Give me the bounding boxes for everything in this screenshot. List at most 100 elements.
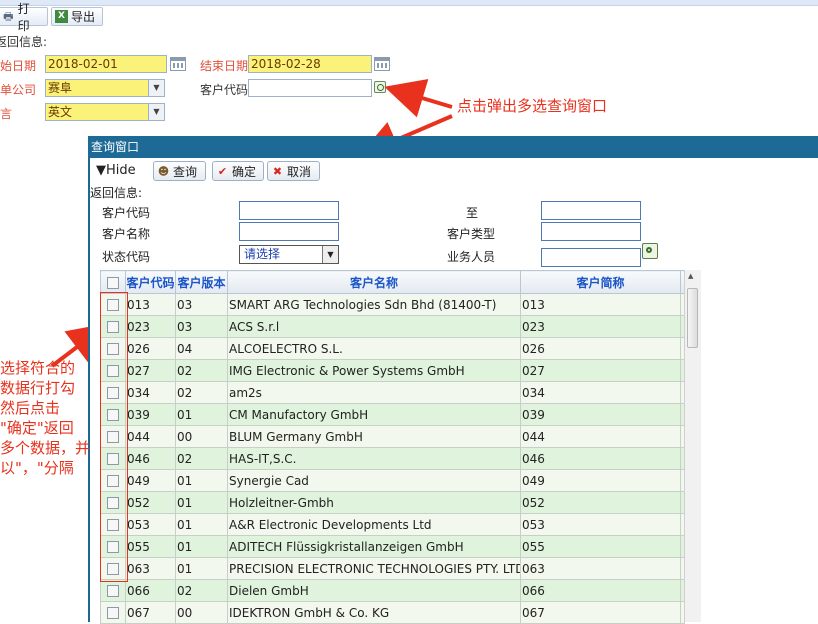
table-row[interactable]: 067 00 IDEKTRON GmbH & Co. KG 067 (100, 601, 685, 624)
customer-type-input[interactable] (541, 222, 641, 241)
cell-customer-code: 039 (125, 403, 176, 426)
row-checkbox[interactable] (100, 601, 126, 624)
checkmark-icon: ✔ (217, 164, 228, 178)
cell-customer-code: 053 (125, 513, 176, 536)
table-row[interactable]: 023 03 ACS S.r.l 023 (100, 315, 685, 338)
select-hint-line: 选择符合的 (0, 359, 76, 377)
cell-customer-short: 067 (520, 601, 681, 624)
cell-customer-code: 034 (125, 381, 176, 404)
col-customer-version[interactable]: 客户版本 (175, 270, 228, 294)
checkbox-highlight (100, 292, 128, 582)
cell-customer-code: 063 (125, 557, 176, 580)
table-row[interactable]: 034 02 am2s 034 (100, 381, 685, 404)
dlg-customer-code-label: 客户代码 (102, 206, 151, 220)
cell-customer-short: 027 (520, 359, 681, 382)
dlg-customer-code-to-input[interactable] (541, 201, 641, 220)
cell-customer-version: 01 (175, 469, 228, 492)
cell-customer-short: 044 (520, 425, 681, 448)
cell-customer-code: 067 (125, 601, 176, 624)
col-customer-short[interactable]: 客户简称 (520, 270, 681, 294)
cell-customer-code: 055 (125, 535, 176, 558)
chevron-down-icon: ▼ (322, 246, 338, 263)
col-customer-name[interactable]: 客户名称 (227, 270, 521, 294)
cell-customer-short: 055 (520, 535, 681, 558)
cell-customer-name: SMART ARG Technologies Sdn Bhd (81400-T) (227, 293, 521, 316)
cancel-button[interactable]: ✖ 取消 (267, 161, 320, 181)
checkbox[interactable] (107, 585, 119, 597)
cell-customer-version: 02 (175, 359, 228, 382)
cell-customer-name: Synergie Cad (227, 469, 521, 492)
cell-customer-version: 01 (175, 403, 228, 426)
x-icon: ✖ (272, 164, 283, 178)
table-row[interactable]: 044 00 BLUM Germany GmbH 044 (100, 425, 685, 448)
cell-customer-code: 066 (125, 579, 176, 602)
cell-customer-name: IDEKTRON GmbH & Co. KG (227, 601, 521, 624)
col-customer-code[interactable]: 客户代码 (125, 270, 176, 294)
cell-customer-code: 023 (125, 315, 176, 338)
query-label: 查询 (173, 164, 198, 179)
popup-hint-annotation: 点击弹出多选查询窗口 (457, 97, 608, 115)
grid-scrollbar[interactable]: ▲ (684, 270, 701, 622)
table-row[interactable]: 046 02 HAS-IT,S.C. 046 (100, 447, 685, 470)
table-row[interactable]: 063 01 PRECISION ELECTRONIC TECHNOLOGIES P… (100, 557, 685, 580)
status-code-select[interactable]: 请选择 ▼ (239, 245, 339, 264)
table-row[interactable]: 055 01 ADITECH Flüssigkristallanzeigen Gmb… (100, 535, 685, 558)
cell-customer-short: 046 (520, 447, 681, 470)
cell-customer-version: 01 (175, 491, 228, 514)
cell-customer-name: Dielen GmbH (227, 579, 521, 602)
lookup-icon[interactable] (642, 243, 658, 259)
cell-customer-version: 02 (175, 381, 228, 404)
checkbox[interactable] (107, 607, 119, 619)
scroll-up-icon[interactable]: ▲ (688, 272, 693, 280)
cell-customer-name: ADITECH Flüssigkristallanzeigen GmbH (227, 535, 521, 558)
select-hint-line: 多个数据，并 (0, 439, 91, 457)
cell-customer-code: 013 (125, 293, 176, 316)
table-row[interactable]: 039 01 CM Manufactory GmbH 039 (100, 403, 685, 426)
cell-customer-code: 044 (125, 425, 176, 448)
hide-toggle[interactable]: ▼Hide (96, 163, 136, 178)
cell-customer-code: 027 (125, 359, 176, 382)
cell-customer-short: 052 (520, 491, 681, 514)
cell-customer-name: HAS-IT,S.C. (227, 447, 521, 470)
cell-customer-code: 052 (125, 491, 176, 514)
salesperson-input[interactable] (541, 248, 641, 267)
cell-customer-version: 02 (175, 447, 228, 470)
cell-customer-name: PRECISION ELECTRONIC TECHNOLOGIES PTY. L… (227, 557, 521, 580)
dialog-return-info-label: 返回信息: (90, 186, 143, 200)
dlg-customer-name-input[interactable] (239, 222, 339, 241)
cell-customer-short: 053 (520, 513, 681, 536)
scrollbar-thumb[interactable] (687, 288, 698, 348)
table-row[interactable]: 013 03 SMART ARG Technologies Sdn Bhd (814… (100, 293, 685, 316)
row-checkbox[interactable] (100, 579, 126, 602)
table-row[interactable]: 049 01 Synergie Cad 049 (100, 469, 685, 492)
dlg-customer-code-from-input[interactable] (239, 201, 339, 220)
salesperson-label: 业务人员 (447, 250, 496, 264)
select-hint-line: 然后点击 (0, 399, 61, 417)
grid-header-row: 客户代码 客户版本 客户名称 客户简称 (100, 270, 685, 294)
select-all-checkbox[interactable] (100, 270, 126, 294)
cell-customer-short: 049 (520, 469, 681, 492)
table-row[interactable]: 066 02 Dielen GmbH 066 (100, 579, 685, 602)
cell-customer-version: 03 (175, 315, 228, 338)
cell-customer-version: 04 (175, 337, 228, 360)
cell-customer-short: 066 (520, 579, 681, 602)
query-button[interactable]: ☻ 查询 (153, 161, 206, 181)
cell-customer-name: am2s (227, 381, 521, 404)
cell-customer-name: A&R Electronic Developments Ltd (227, 513, 521, 536)
cell-customer-short: 039 (520, 403, 681, 426)
table-row[interactable]: 027 02 IMG Electronic & Power Systems GmbH… (100, 359, 685, 382)
table-row[interactable]: 026 04 ALCOELECTRO S.L. 026 (100, 337, 685, 360)
select-hint-line: "确定"返回 (0, 419, 74, 437)
cell-customer-version: 01 (175, 557, 228, 580)
cell-customer-version: 02 (175, 579, 228, 602)
cell-customer-version: 01 (175, 513, 228, 536)
ok-button[interactable]: ✔ 确定 (212, 161, 264, 181)
cell-customer-code: 046 (125, 447, 176, 470)
cell-customer-version: 03 (175, 293, 228, 316)
cell-customer-name: Holzleitner-Gmbh (227, 491, 521, 514)
select-hint-line: 数据行打勾 (0, 379, 76, 397)
table-row[interactable]: 053 01 A&R Electronic Developments Ltd 053 (100, 513, 685, 536)
table-row[interactable]: 052 01 Holzleitner-Gmbh 052 (100, 491, 685, 514)
dialog-title: 查询窗口 (88, 136, 818, 158)
cancel-label: 取消 (287, 164, 312, 179)
